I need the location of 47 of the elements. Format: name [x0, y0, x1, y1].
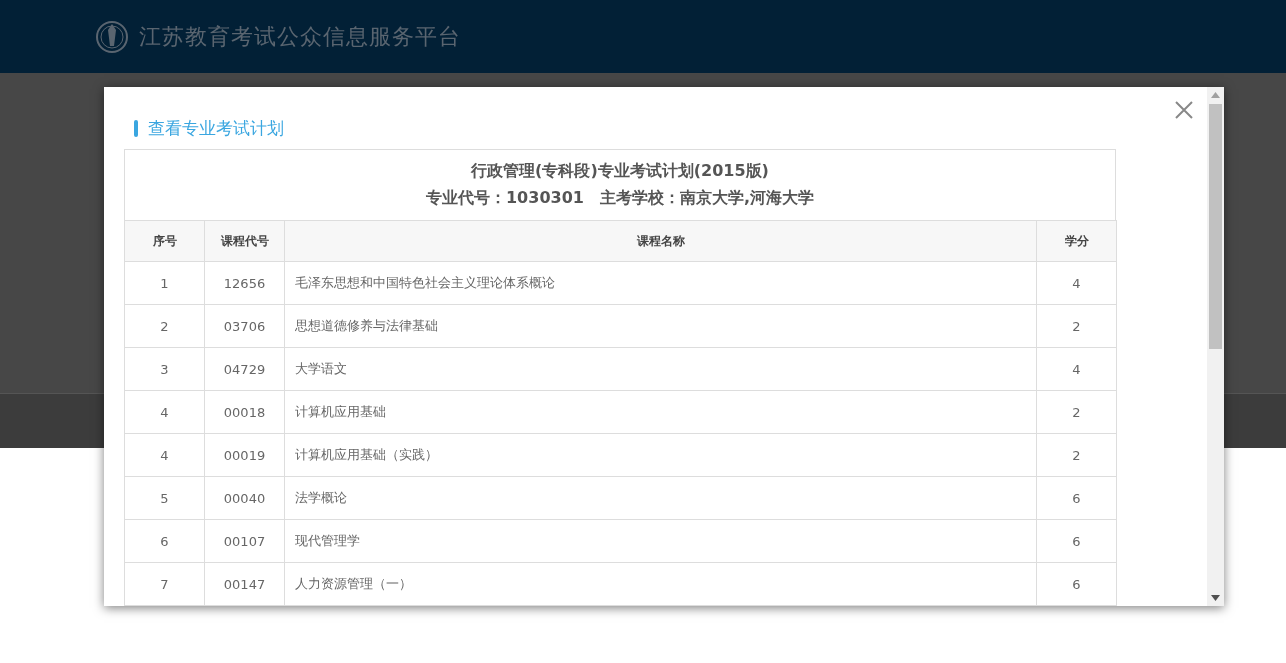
major-code: 专业代号：1030301	[426, 188, 584, 209]
table-cell: 4	[124, 433, 205, 477]
table-cell: 1	[124, 261, 205, 305]
column-header: 课程代号	[204, 220, 285, 262]
table-cell: 4	[1036, 347, 1117, 391]
site-title: 江苏教育考试公众信息服务平台	[139, 22, 461, 51]
plan-title: 行政管理(专科段)专业考试计划(2015版)	[471, 161, 769, 182]
table-cell: 4	[1036, 261, 1117, 305]
table-cell: 3	[124, 347, 205, 391]
table-cell: 计算机应用基础（实践）	[284, 433, 1037, 477]
table-cell: 6	[1036, 562, 1117, 606]
table-cell: 00107	[204, 519, 285, 563]
table-cell: 04729	[204, 347, 285, 391]
table-cell: 12656	[204, 261, 285, 305]
table-cell: 人力资源管理（一）	[284, 562, 1037, 606]
table-cell: 法学概论	[284, 476, 1037, 520]
table-cell: 2	[1036, 433, 1117, 477]
table-cell: 计算机应用基础	[284, 390, 1037, 434]
table-cell: 2	[124, 304, 205, 348]
table-cell: 00040	[204, 476, 285, 520]
title-bar-icon	[134, 119, 138, 137]
table-cell: 2	[1036, 390, 1117, 434]
emblem-logo-icon	[95, 19, 129, 54]
table-cell: 7	[124, 562, 205, 606]
table-cell: 00019	[204, 433, 285, 477]
table-cell: 2	[1036, 304, 1117, 348]
table-cell: 大学语文	[284, 347, 1037, 391]
column-header: 序号	[124, 220, 205, 262]
table-cell: 5	[124, 476, 205, 520]
scroll-up-icon[interactable]	[1211, 92, 1220, 98]
table-cell: 6	[1036, 519, 1117, 563]
table-cell: 03706	[204, 304, 285, 348]
dialog-title: 查看专业考试计划	[148, 116, 284, 140]
table-cell: 00018	[204, 390, 285, 434]
scroll-down-icon[interactable]	[1211, 595, 1220, 601]
table-cell: 00147	[204, 562, 285, 606]
host-schools: 主考学校：南京大学,河海大学	[599, 188, 814, 209]
scrollbar[interactable]	[1207, 87, 1224, 606]
column-header: 课程名称	[284, 220, 1037, 262]
table-cell: 现代管理学	[284, 519, 1037, 563]
close-icon[interactable]	[1175, 101, 1193, 119]
column-header: 学分	[1036, 220, 1117, 262]
table-cell: 思想道德修养与法律基础	[284, 304, 1037, 348]
table-cell: 毛泽东思想和中国特色社会主义理论体系概论	[284, 261, 1037, 305]
table-cell: 6	[1036, 476, 1117, 520]
table-cell: 4	[124, 390, 205, 434]
table-cell: 6	[124, 519, 205, 563]
